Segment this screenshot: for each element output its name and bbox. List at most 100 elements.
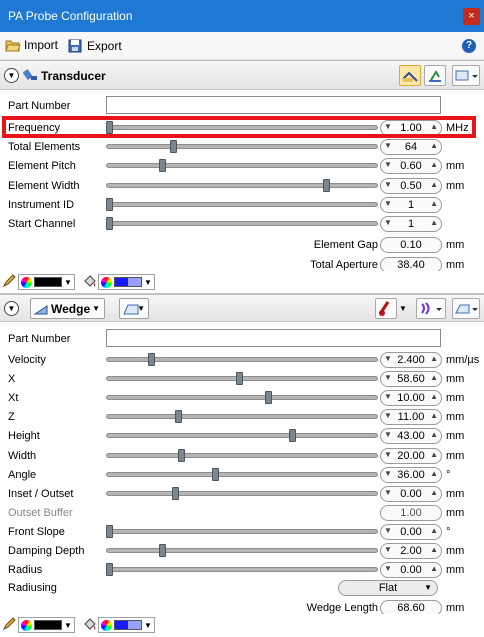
probe-view-button[interactable]	[399, 65, 421, 86]
z-spinbox[interactable]: ▼ 11.00 ▲	[380, 409, 442, 426]
decrement-arrow-icon[interactable]: ▼	[384, 430, 392, 439]
z-slider-thumb[interactable]	[174, 410, 182, 424]
increment-arrow-icon[interactable]: ▲	[430, 545, 438, 554]
height-slider-thumb[interactable]	[288, 429, 296, 443]
xt-slider[interactable]	[106, 395, 378, 401]
decrement-arrow-icon[interactable]: ▼	[384, 545, 392, 554]
element-pitch-spinbox[interactable]: ▼ 0.60 ▲	[380, 158, 442, 175]
inset-outset-slider-thumb[interactable]	[172, 486, 180, 500]
instrument-id-slider[interactable]	[106, 201, 378, 207]
decrement-arrow-icon[interactable]: ▼	[384, 450, 392, 459]
total-elements-slider[interactable]	[106, 144, 378, 150]
wedge-display-dropdown[interactable]	[452, 298, 480, 319]
chevron-down-icon[interactable]: ▼	[399, 304, 407, 313]
angle-slider-thumb[interactable]	[212, 467, 219, 481]
increment-arrow-icon[interactable]: ▲	[430, 218, 438, 227]
x-slider-thumb[interactable]	[235, 372, 243, 386]
instrument-id-slider-thumb[interactable]	[106, 197, 113, 211]
collapse-chevron-icon[interactable]: ▼	[4, 68, 19, 83]
width-slider[interactable]	[106, 452, 378, 458]
radiusing-dropdown[interactable]: Flat ▼	[338, 580, 438, 596]
decrement-arrow-icon[interactable]: ▼	[384, 180, 392, 189]
height-slider[interactable]	[106, 433, 378, 439]
angle-slider[interactable]	[106, 471, 378, 477]
wedge-dropdown[interactable]: Wedge ▼	[30, 298, 105, 319]
increment-arrow-icon[interactable]: ▲	[430, 469, 438, 478]
velocity-slider-thumb[interactable]	[148, 353, 156, 366]
inset-outset-spinbox[interactable]: ▼ 0.00 ▲	[380, 485, 442, 502]
increment-arrow-icon[interactable]: ▲	[430, 411, 438, 420]
element-layout-button[interactable]	[424, 65, 446, 86]
increment-arrow-icon[interactable]: ▲	[430, 564, 438, 573]
radius-slider-thumb[interactable]	[106, 563, 113, 577]
wedge-part-number-input[interactable]	[106, 329, 441, 347]
damping-depth-slider[interactable]	[106, 548, 378, 553]
width-spinbox[interactable]: ▼ 20.00 ▲	[380, 447, 442, 464]
decrement-arrow-icon[interactable]: ▼	[384, 141, 392, 150]
velocity-spinbox[interactable]: ▼ 2.400 ▲	[380, 352, 442, 368]
radius-slider[interactable]	[106, 567, 378, 573]
front-slope-slider-thumb[interactable]	[106, 524, 113, 538]
line-color-dropdown[interactable]: ▼	[18, 617, 75, 633]
increment-arrow-icon[interactable]: ▲	[430, 392, 438, 401]
z-slider[interactable]	[106, 414, 378, 420]
radius-spinbox[interactable]: ▼ 0.00 ▲	[380, 562, 442, 579]
increment-arrow-icon[interactable]: ▲	[430, 526, 438, 535]
angle-spinbox[interactable]: ▼ 36.00 ▲	[380, 466, 442, 483]
xt-slider-thumb[interactable]	[265, 391, 272, 405]
element-width-spinbox[interactable]: ▼ 0.50 ▲	[380, 177, 442, 194]
fill-color-dropdown[interactable]: ▼	[98, 274, 155, 290]
front-slope-slider[interactable]	[106, 528, 378, 534]
increment-arrow-icon[interactable]: ▲	[430, 450, 438, 459]
help-icon[interactable]: ?	[462, 39, 476, 53]
fill-color-dropdown[interactable]: ▼	[98, 617, 155, 633]
decrement-arrow-icon[interactable]: ▼	[384, 160, 392, 169]
increment-arrow-icon[interactable]: ▲	[430, 180, 438, 189]
increment-arrow-icon[interactable]: ▲	[430, 160, 438, 169]
velocity-slider[interactable]	[106, 357, 378, 362]
element-pitch-slider[interactable]	[106, 163, 378, 169]
decrement-arrow-icon[interactable]: ▼	[384, 354, 392, 363]
decrement-arrow-icon[interactable]: ▼	[384, 526, 392, 535]
increment-arrow-icon[interactable]: ▲	[430, 488, 438, 497]
start-channel-spinbox[interactable]: ▼ 1 ▲	[380, 216, 442, 232]
signal-display-dropdown[interactable]	[416, 298, 446, 319]
decrement-arrow-icon[interactable]: ▼	[384, 199, 392, 208]
decrement-arrow-icon[interactable]: ▼	[384, 564, 392, 573]
element-pitch-slider-thumb[interactable]	[159, 159, 166, 173]
element-width-slider[interactable]	[106, 182, 378, 188]
increment-arrow-icon[interactable]: ▲	[430, 199, 438, 208]
close-button[interactable]: ×	[463, 8, 480, 25]
damping-depth-slider-thumb[interactable]	[159, 544, 166, 557]
wedge-shape-dropdown[interactable]: ▼	[119, 298, 149, 319]
decrement-arrow-icon[interactable]: ▼	[384, 373, 392, 382]
decrement-arrow-icon[interactable]: ▼	[384, 392, 392, 401]
start-channel-slider-thumb[interactable]	[106, 217, 113, 230]
height-spinbox[interactable]: ▼ 43.00 ▲	[380, 428, 442, 445]
x-spinbox[interactable]: ▼ 58.60 ▲	[380, 371, 442, 388]
start-channel-slider[interactable]	[106, 221, 378, 226]
increment-arrow-icon[interactable]: ▲	[430, 373, 438, 382]
collapse-chevron-icon[interactable]: ▼	[4, 301, 19, 316]
total-elements-slider-thumb[interactable]	[169, 140, 177, 154]
increment-arrow-icon[interactable]: ▲	[430, 430, 438, 439]
width-slider-thumb[interactable]	[177, 448, 185, 462]
import-button[interactable]: Import	[5, 38, 58, 52]
decrement-arrow-icon[interactable]: ▼	[384, 411, 392, 420]
total-elements-spinbox[interactable]: ▼ 64 ▲	[380, 139, 442, 156]
transducer-part-number-input[interactable]	[106, 96, 441, 114]
inset-outset-slider[interactable]	[106, 490, 378, 496]
decrement-arrow-icon[interactable]: ▼	[384, 469, 392, 478]
line-color-dropdown[interactable]: ▼	[18, 274, 75, 290]
transducer-display-dropdown[interactable]	[452, 65, 480, 86]
instrument-id-spinbox[interactable]: ▼ 1 ▲	[380, 196, 442, 213]
damping-depth-spinbox[interactable]: ▼ 2.00 ▲	[380, 543, 442, 559]
decrement-arrow-icon[interactable]: ▼	[384, 218, 392, 227]
increment-arrow-icon[interactable]: ▲	[430, 141, 438, 150]
decrement-arrow-icon[interactable]: ▼	[384, 488, 392, 497]
temperature-button[interactable]	[375, 298, 397, 319]
increment-arrow-icon[interactable]: ▲	[430, 354, 438, 363]
export-button[interactable]: Export	[67, 38, 122, 53]
xt-spinbox[interactable]: ▼ 10.00 ▲	[380, 390, 442, 407]
front-slope-spinbox[interactable]: ▼ 0.00 ▲	[380, 523, 442, 540]
